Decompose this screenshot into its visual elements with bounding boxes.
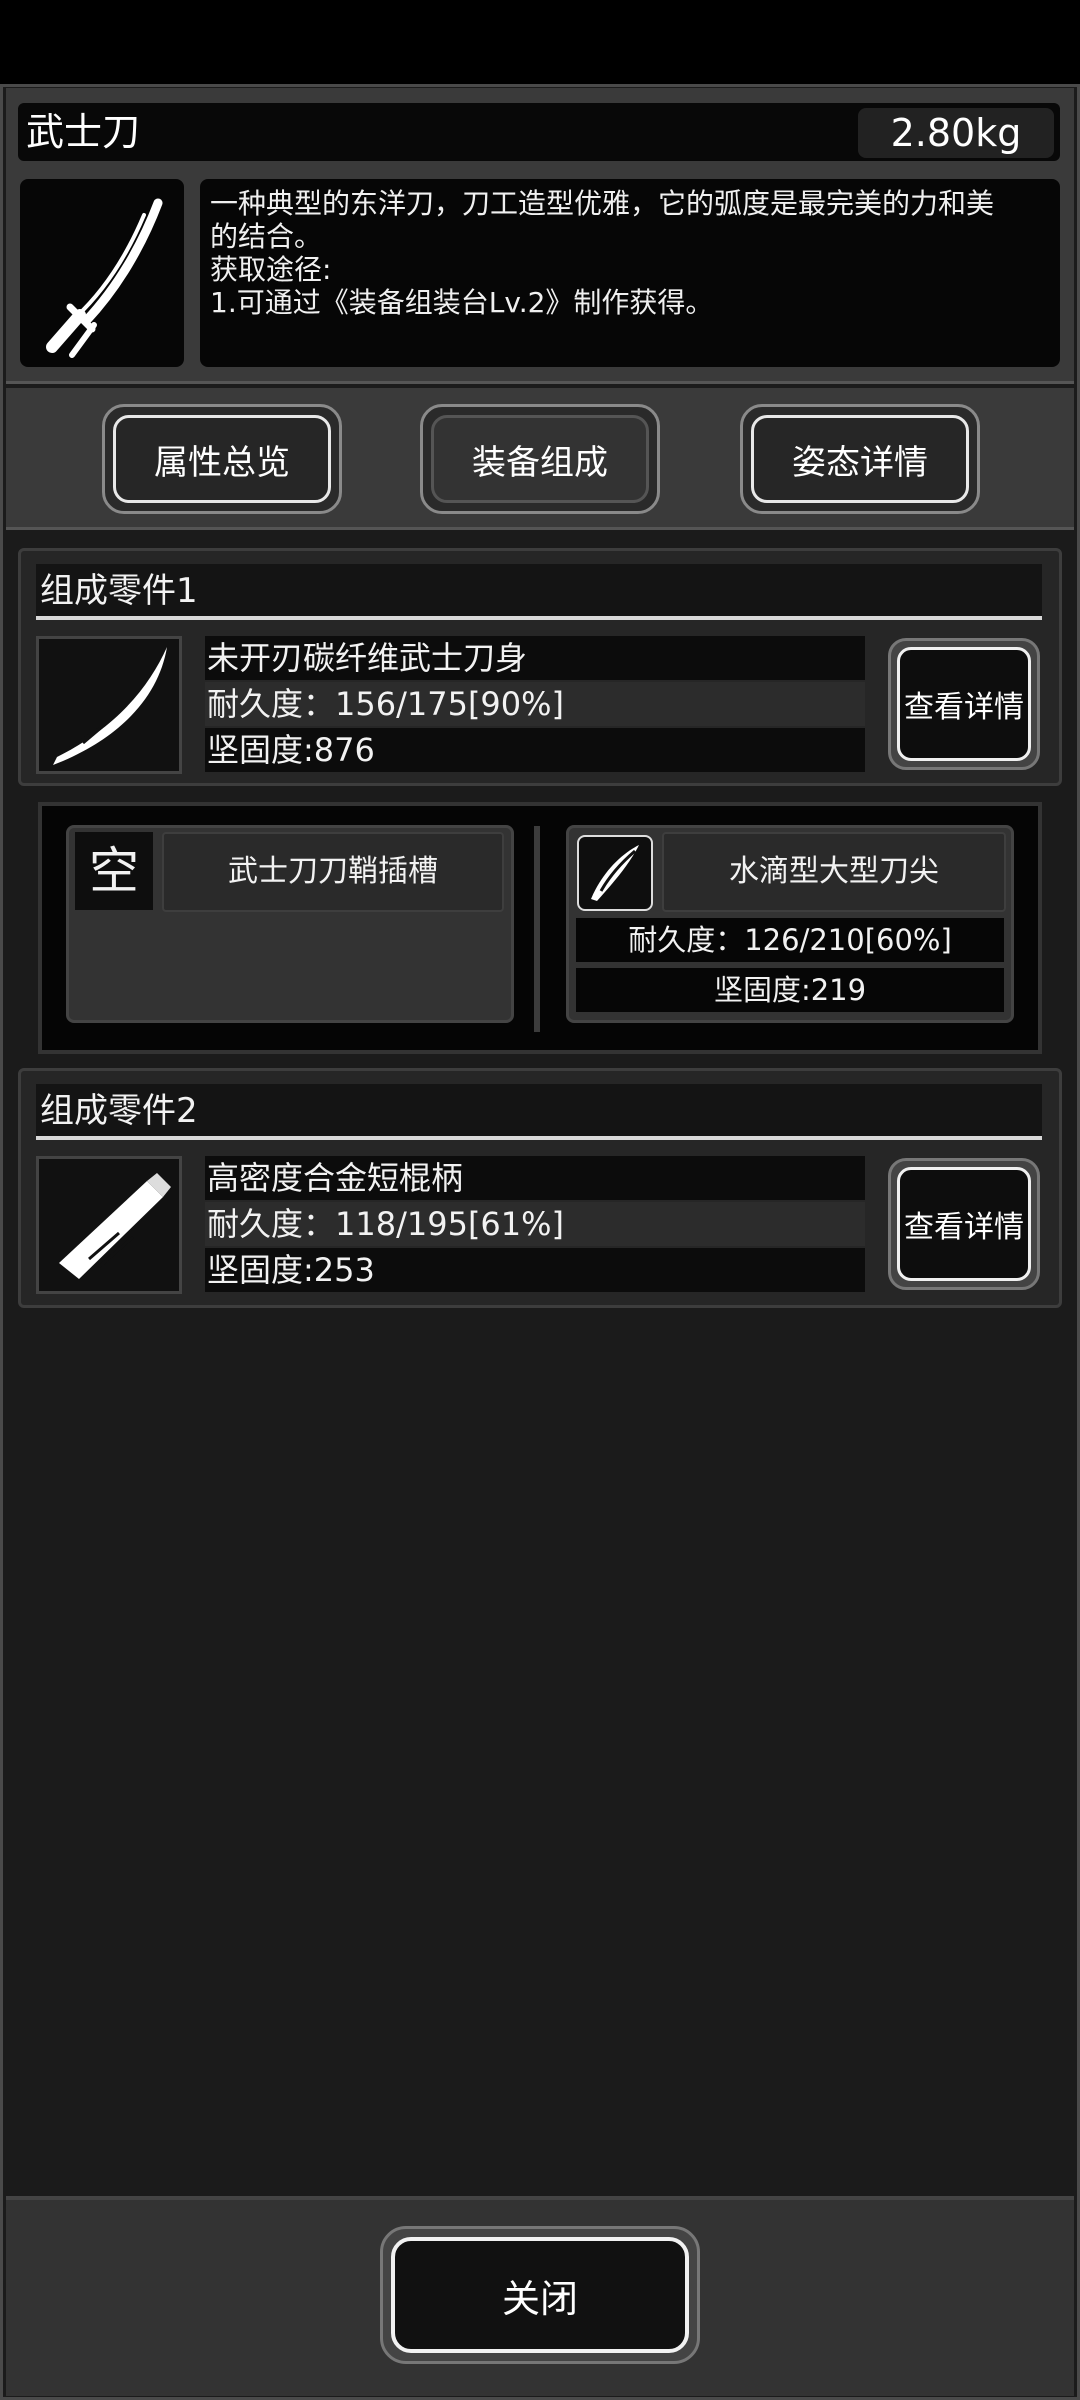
slot-icon-frame — [577, 835, 653, 911]
part-firmness: 坚固度:253 — [205, 1248, 865, 1292]
description-line: 1.可通过《装备组装台Lv.2》制作获得。 — [210, 286, 714, 319]
slot-firmness: 坚固度:219 — [576, 968, 1004, 1012]
slot-divider — [534, 826, 540, 1032]
part-title: 组成零件2 — [36, 1084, 1042, 1140]
item-description: 一种典型的东洋刀，刀工造型优雅，它的弧度是最完美的力和美 的结合。 获取途径: … — [200, 179, 1060, 367]
description-line: 一种典型的东洋刀，刀工造型优雅，它的弧度是最完美的力和美 — [210, 187, 995, 220]
item-weight: 2.80kg — [858, 108, 1054, 158]
part-icon-frame — [36, 636, 182, 774]
part-title: 组成零件1 — [36, 564, 1042, 620]
view-details-button[interactable]: 查看详情 — [888, 1158, 1040, 1290]
tab-stance-details[interactable]: 姿态详情 — [740, 404, 980, 514]
view-details-button[interactable]: 查看详情 — [888, 638, 1040, 770]
part-name: 未开刃碳纤维武士刀身 — [205, 636, 865, 680]
item-name: 武士刀 — [26, 110, 141, 154]
part-name: 高密度合金短棍柄 — [205, 1156, 865, 1200]
part-durability: 耐久度：156/175[90%] — [205, 682, 865, 726]
empty-slot-marker: 空 — [75, 832, 153, 910]
tab-attributes-overview[interactable]: 属性总览 — [102, 404, 342, 514]
description-line: 的结合。 — [210, 220, 323, 253]
item-icon-frame — [20, 179, 184, 367]
blade-icon — [53, 647, 167, 765]
description-line: 获取途径: — [210, 253, 332, 286]
slot-name: 水滴型大型刀尖 — [662, 832, 1006, 912]
part-durability: 耐久度：118/195[61%] — [205, 1202, 865, 1246]
handle-icon — [59, 1173, 171, 1279]
slot-durability: 耐久度：126/210[60%] — [576, 918, 1004, 962]
slot-name: 武士刀刀鞘插槽 — [162, 832, 504, 912]
part-firmness: 坚固度:876 — [205, 728, 865, 772]
blade-tip-icon — [591, 845, 639, 901]
katana-icon — [46, 198, 163, 358]
part-icon-frame — [36, 1156, 182, 1294]
close-button[interactable]: 关闭 — [380, 2226, 700, 2364]
tab-equipment-composition[interactable]: 装备组成 — [420, 404, 660, 514]
